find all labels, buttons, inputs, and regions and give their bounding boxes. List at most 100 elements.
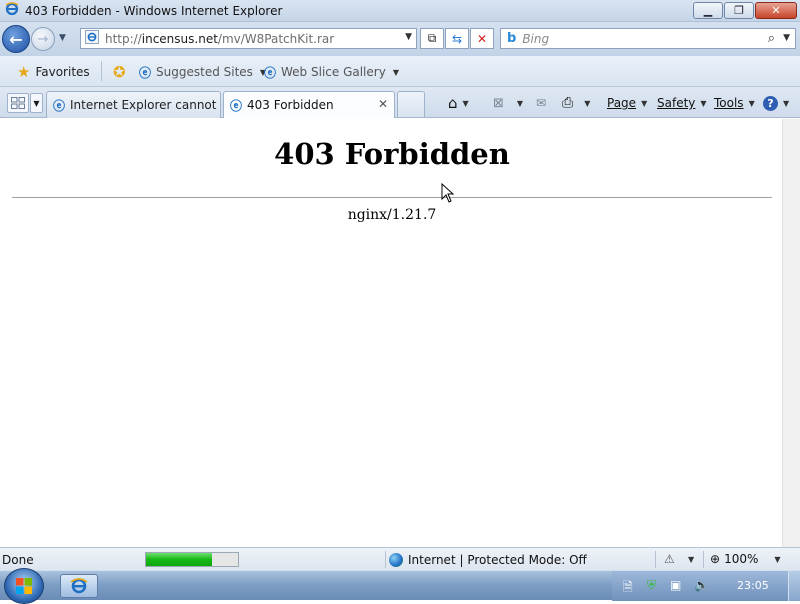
home-button[interactable]: ⌂ ▼ xyxy=(448,93,469,113)
action-center-icon[interactable]: 🗎 xyxy=(623,578,633,599)
ie-logo-icon xyxy=(5,2,19,19)
address-bar[interactable]: http://incensus.net/mv/W8PatchKit.rar ▼ xyxy=(80,28,417,49)
internet-globe-icon xyxy=(389,553,403,567)
forward-button[interactable]: → xyxy=(31,27,55,51)
safety-menu[interactable]: Safety ▼ xyxy=(657,93,707,113)
new-tab-button[interactable] xyxy=(397,91,425,117)
feeds-button[interactable]: ⊠ ▼ xyxy=(493,93,523,113)
tab-ie-icon: ⓔ xyxy=(53,98,66,113)
suggested-sites-label: Suggested Sites xyxy=(156,65,253,79)
page-ie-icon xyxy=(85,30,99,47)
tab-ie-cannot-display[interactable]: ⓔ Internet Explorer cannot d... xyxy=(46,91,221,118)
tab-bar: ▼ ⓔ Internet Explorer cannot d... ⓔ 403 … xyxy=(0,87,800,118)
url-path: /mv/W8PatchKit.rar xyxy=(217,31,335,46)
security-zone[interactable]: Internet | Protected Mode: Off xyxy=(389,552,587,568)
security-shield-icon[interactable]: ⛨ xyxy=(647,578,656,593)
status-separator xyxy=(385,551,386,568)
chevron-down-icon[interactable]: ▼ xyxy=(584,99,590,108)
status-separator xyxy=(703,551,704,568)
search-placeholder: Bing xyxy=(522,31,550,46)
tools-menu[interactable]: Tools ▼ xyxy=(714,93,755,113)
security-zone-label: Internet | Protected Mode: Off xyxy=(408,553,587,567)
tab-403-forbidden[interactable]: ⓔ 403 Forbidden ✕ xyxy=(223,91,395,118)
url-text: http://incensus.net/mv/W8PatchKit.rar xyxy=(105,32,334,46)
suggested-sites-link[interactable]: ⓔ Suggested Sites ▼ xyxy=(139,62,266,82)
address-dropdown[interactable]: ▼ xyxy=(405,32,412,42)
show-desktop-button[interactable] xyxy=(788,571,800,601)
tab-ie-icon: ⓔ xyxy=(230,98,243,113)
favorites-label: Favorites xyxy=(35,65,90,79)
minimize-icon: ▁ xyxy=(703,4,713,17)
server-signature: nginx/1.21.7 xyxy=(347,207,437,223)
quick-tabs-button[interactable] xyxy=(7,93,29,113)
bing-icon: b xyxy=(507,31,517,46)
volume-muted-icon[interactable]: 🔈 xyxy=(694,578,709,592)
search-options-dropdown[interactable]: ▼ xyxy=(783,33,790,43)
taskbar-clock[interactable]: 23:05 xyxy=(737,579,769,592)
recent-pages-dropdown[interactable]: ▼ xyxy=(59,33,66,43)
read-mail-button[interactable]: ✉ xyxy=(536,93,546,113)
mouse-pointer-icon xyxy=(441,183,455,203)
compatibility-view-button[interactable]: ⧉ xyxy=(420,28,444,49)
stop-icon: ✕ xyxy=(476,31,488,46)
taskbar: 🗎 ⛨ ▣ 🔈 23:05 xyxy=(0,568,800,604)
help-button[interactable]: ? ▼ xyxy=(763,93,789,113)
vertical-scrollbar[interactable] xyxy=(782,119,800,547)
loading-progress-bar xyxy=(145,552,239,567)
url-domain: incensus.net xyxy=(141,31,218,46)
horizontal-rule xyxy=(12,197,772,198)
page-content: 403 Forbidden nginx/1.21.7 xyxy=(2,119,782,547)
safety-menu-label: Safety xyxy=(657,96,696,110)
refresh-icon: ⇆ xyxy=(451,31,463,46)
favorites-button[interactable]: ★ Favorites xyxy=(17,62,90,82)
close-tab-icon[interactable]: ✕ xyxy=(378,97,388,111)
back-button[interactable]: ← xyxy=(2,25,30,53)
status-separator xyxy=(655,551,656,568)
tab-title: 403 Forbidden xyxy=(247,98,334,112)
stop-button[interactable]: ✕ xyxy=(470,28,494,49)
taskbar-ie-button[interactable] xyxy=(60,574,98,598)
minimize-button[interactable]: ▁ xyxy=(693,2,723,19)
status-bar: Done Internet | Protected Mode: Off ⚠ ▼ … xyxy=(0,547,800,570)
progress-fill xyxy=(146,553,213,566)
network-icon[interactable]: ▣ xyxy=(670,578,681,592)
refresh-button[interactable]: ⇆ xyxy=(445,28,469,49)
ie-taskbar-icon xyxy=(70,578,88,594)
restore-icon: ❐ xyxy=(734,4,744,17)
close-window-button[interactable]: ✕ xyxy=(755,2,797,19)
chevron-down-icon: ▼ xyxy=(700,98,707,108)
chevron-down-icon: ▼ xyxy=(641,98,648,108)
printer-icon: ⎙ xyxy=(562,95,574,111)
page-heading: 403 Forbidden xyxy=(274,137,510,171)
zoom-magnifier-icon: ⊕ xyxy=(710,552,721,566)
windows-logo-icon xyxy=(16,578,32,594)
chevron-down-icon[interactable]: ▼ xyxy=(517,99,523,108)
tab-list-dropdown[interactable]: ▼ xyxy=(30,93,43,113)
search-box[interactable]: b Bing ⌕ ▼ xyxy=(500,28,796,49)
web-slice-gallery-link[interactable]: ⓔ Web Slice Gallery ▼ xyxy=(264,62,399,82)
print-button[interactable]: ⎙ ▼ xyxy=(562,93,590,113)
search-icon[interactable]: ⌕ xyxy=(768,31,775,46)
favorites-separator xyxy=(101,61,102,81)
add-to-favorites-button[interactable]: ✪ xyxy=(113,62,126,82)
zoom-control[interactable]: ⊕ 100% ▼ xyxy=(710,552,781,566)
add-favorite-star-icon: ✪ xyxy=(113,63,126,81)
help-icon: ? xyxy=(763,95,778,111)
start-button[interactable] xyxy=(4,568,44,604)
rss-feed-icon: ⊠ xyxy=(493,95,504,111)
restore-button[interactable]: ❐ xyxy=(724,2,754,19)
chevron-down-icon[interactable]: ▼ xyxy=(688,555,694,564)
quick-tabs-icon xyxy=(11,97,25,109)
chevron-down-icon: ▼ xyxy=(748,98,755,108)
chevron-down-icon: ▼ xyxy=(774,554,781,564)
chevron-down-icon[interactable]: ▼ xyxy=(463,99,469,108)
window-title: 403 Forbidden - Windows Internet Explore… xyxy=(25,3,283,18)
chevron-down-icon: ▼ xyxy=(783,98,790,108)
status-text: Done xyxy=(2,553,34,567)
forward-arrow-icon: → xyxy=(37,31,49,47)
popup-blocker-icon[interactable]: ⚠ xyxy=(664,552,675,566)
mail-icon: ✉ xyxy=(536,96,547,110)
page-menu[interactable]: Page ▼ xyxy=(607,93,647,113)
tab-title: Internet Explorer cannot d... xyxy=(70,98,220,112)
web-slice-ie-icon: ⓔ xyxy=(264,65,277,80)
